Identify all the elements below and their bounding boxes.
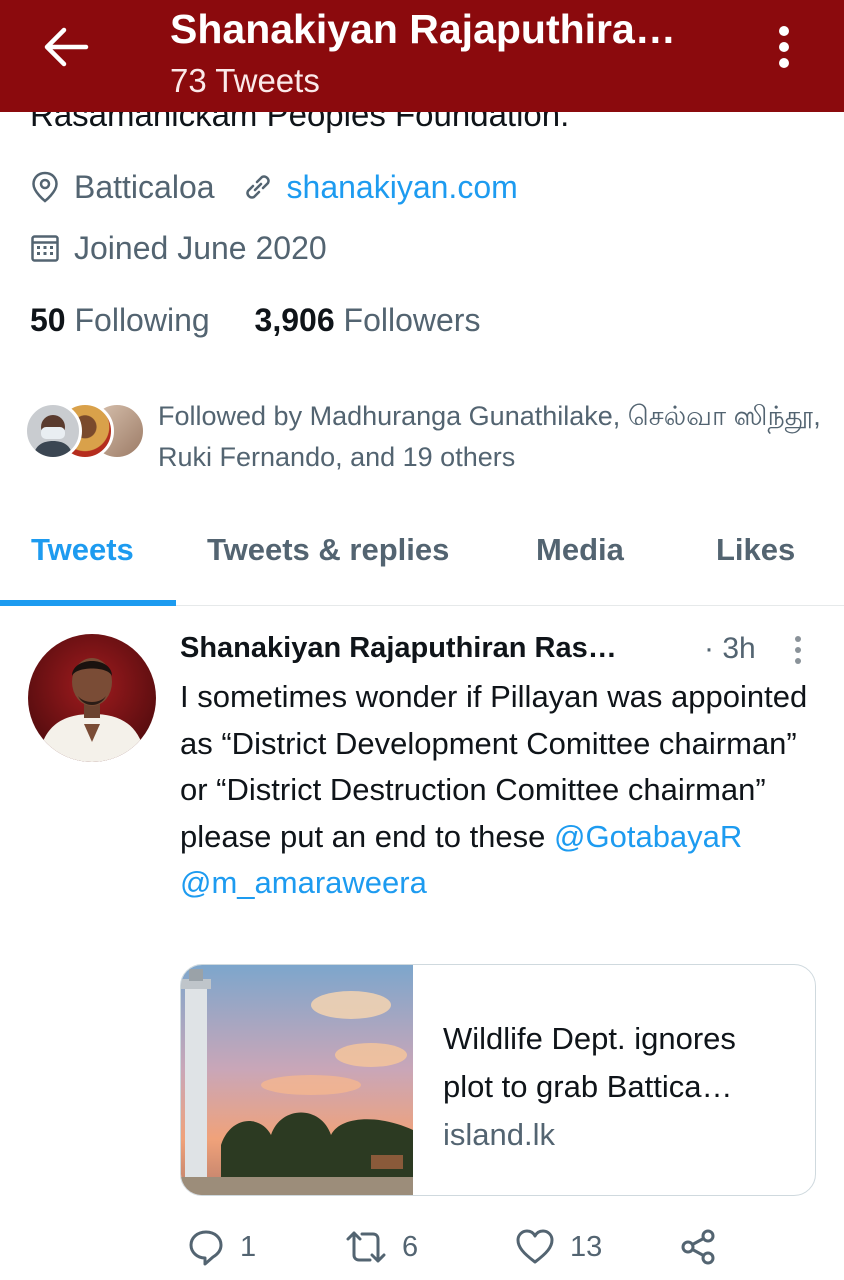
followed-by-avatars[interactable] — [24, 402, 150, 464]
tab-media[interactable]: Media — [536, 532, 624, 568]
profile-location: Batticaloa — [74, 168, 215, 205]
tab-tweets-replies[interactable]: Tweets & replies — [207, 532, 449, 568]
back-button[interactable] — [40, 24, 92, 70]
profile-page: Shanakiyan Rajaputhira… 73 Tweets Rasama… — [0, 0, 844, 1280]
following-label: Following — [74, 302, 210, 338]
profile-header-bar: Shanakiyan Rajaputhira… 73 Tweets — [0, 0, 844, 112]
profile-tabs: Tweets Tweets & replies Media Likes — [0, 516, 844, 606]
retweet-button[interactable]: 6 — [344, 1222, 418, 1272]
card-title-line: plot to grab Battica… — [443, 1069, 733, 1104]
heart-icon — [516, 1229, 554, 1264]
more-vertical-icon — [795, 636, 801, 642]
mention-link[interactable]: @GotabayaR — [554, 819, 742, 854]
retweet-count: 6 — [402, 1230, 419, 1263]
link-icon — [245, 175, 270, 199]
followers-link[interactable]: 3,906 Followers — [255, 302, 481, 338]
profile-joined-row: Joined June 2020 — [30, 226, 327, 270]
profile-website-link[interactable]: shanakiyan.com — [287, 169, 518, 206]
card-text: Wildlife Dept. ignores plot to grab Batt… — [443, 1015, 795, 1159]
tab-likes[interactable]: Likes — [716, 532, 795, 568]
reply-count: 1 — [240, 1230, 257, 1263]
tweet-more-button[interactable] — [790, 632, 806, 668]
reply-icon — [189, 1230, 223, 1266]
tweet-text: I sometimes wonder if Pillayan was appoi… — [180, 674, 820, 907]
followers-label: Followers — [343, 302, 481, 338]
card-thumbnail-image — [181, 965, 413, 1195]
profile-joined-date: Joined June 2020 — [74, 229, 327, 266]
tweet-timestamp[interactable]: · 3h — [704, 632, 756, 666]
like-count: 13 — [570, 1230, 603, 1263]
more-vertical-icon — [779, 26, 789, 36]
reply-button[interactable]: 1 — [186, 1222, 256, 1272]
header-title: Shanakiyan Rajaputhira… — [170, 6, 676, 52]
calendar-icon — [31, 235, 59, 262]
share-button[interactable] — [678, 1222, 718, 1272]
like-button[interactable]: 13 — [514, 1222, 602, 1272]
card-title-line: Wildlife Dept. ignores — [443, 1021, 736, 1056]
following-count: 50 — [30, 302, 66, 338]
header-tweet-count: 73 Tweets — [170, 62, 320, 99]
arrow-left-icon — [44, 27, 89, 67]
more-options-button[interactable] — [770, 24, 800, 70]
tweet-author-avatar[interactable] — [28, 634, 156, 762]
profile-location-row: Batticaloa shanakiyan.com — [30, 165, 518, 209]
follow-counts: 50 Following 3,906 Followers — [30, 302, 480, 339]
tab-tweets[interactable]: Tweets — [31, 532, 134, 568]
retweet-icon — [346, 1231, 386, 1263]
card-domain: island.lk — [443, 1117, 555, 1152]
active-tab-indicator — [0, 600, 176, 606]
following-link[interactable]: 50 Following — [30, 302, 210, 338]
tweet-actions: 1 6 13 — [180, 1222, 820, 1272]
link-preview-card[interactable]: Wildlife Dept. ignores plot to grab Batt… — [180, 964, 816, 1196]
location-pin-icon — [32, 171, 58, 203]
share-icon — [681, 1229, 715, 1265]
followed-by-text[interactable]: Followed by Madhuranga Gunathilake, செல்… — [158, 396, 828, 478]
tweet-author-name[interactable]: Shanakiyan Rajaputhiran Ras… — [180, 632, 670, 665]
followers-count: 3,906 — [254, 302, 335, 338]
avatar — [24, 402, 82, 460]
mention-link[interactable]: @m_amaraweera — [180, 865, 427, 900]
